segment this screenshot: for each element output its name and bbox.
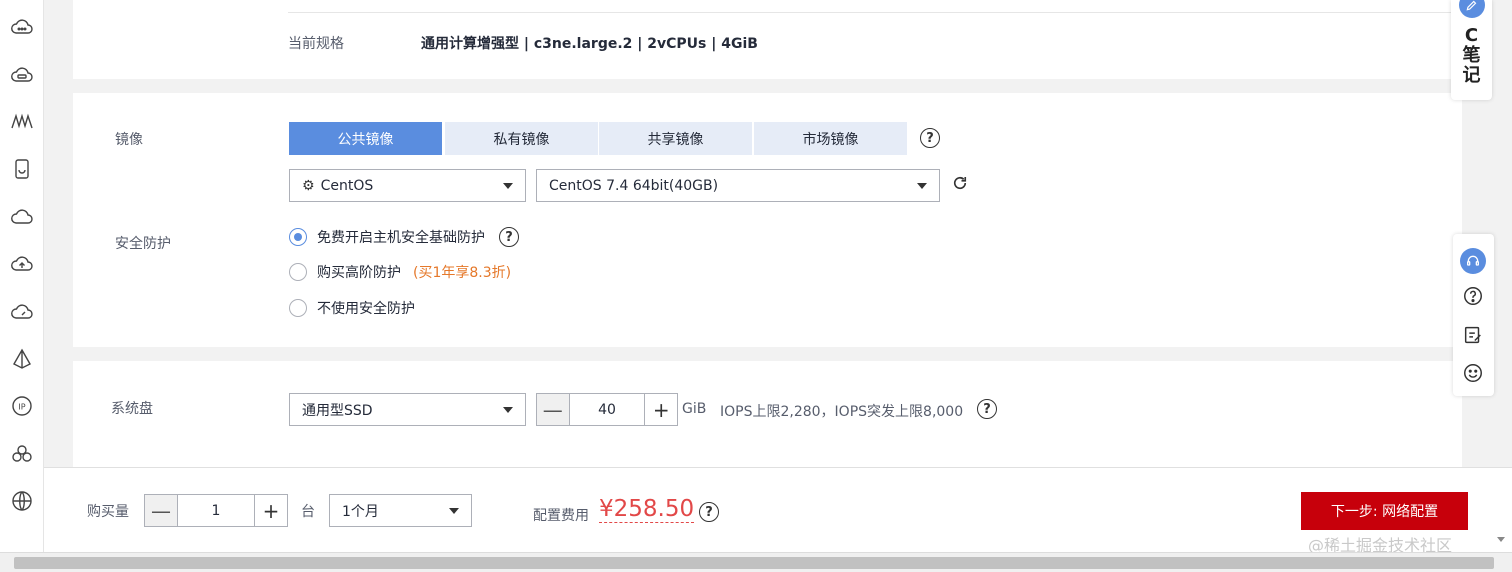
- tab-public-image[interactable]: 公共镜像: [289, 122, 442, 155]
- radio-button[interactable]: [289, 228, 307, 246]
- security-option-basic[interactable]: 免费开启主机安全基础防护 ?: [289, 227, 519, 247]
- cloud-upload-icon[interactable]: [10, 252, 34, 276]
- horizontal-scrollbar[interactable]: [0, 552, 1512, 572]
- version-select-value: CentOS 7.4 64bit(40GB): [549, 177, 719, 194]
- cost-label: 配置费用: [533, 508, 589, 524]
- cloud-icon[interactable]: [10, 205, 34, 229]
- headset-icon[interactable]: [1460, 248, 1486, 274]
- version-select[interactable]: CentOS 7.4 64bit(40GB): [536, 169, 940, 202]
- scroll-down-icon[interactable]: [1497, 537, 1505, 542]
- increment-button[interactable]: +: [645, 394, 678, 425]
- os-select[interactable]: ⚙ CentOS: [289, 169, 526, 202]
- image-label: 镜像: [115, 132, 143, 148]
- radio-button[interactable]: [289, 263, 307, 281]
- left-icon-rail: IP: [0, 0, 44, 572]
- iops-text: IOPS上限2,280，IOPS突发上限8,000: [720, 404, 964, 420]
- tab-shared-image[interactable]: 共享镜像: [599, 122, 752, 155]
- notes-panel[interactable]: C 笔 记: [1451, 0, 1492, 100]
- quantity-stepper: — 1 +: [144, 494, 288, 527]
- security-option-label: 购买高阶防护: [317, 265, 401, 281]
- security-help-icon[interactable]: ?: [499, 227, 519, 247]
- promo-text: (买1年享8.3折): [413, 265, 512, 281]
- duration-value: 1个月: [342, 503, 379, 520]
- disk-type-value: 通用型SSD: [302, 402, 373, 419]
- cluster-icon[interactable]: [10, 442, 34, 466]
- refresh-icon[interactable]: [951, 174, 969, 192]
- spec-label: 当前规格: [288, 36, 344, 52]
- disk-label: 系统盘: [111, 401, 153, 417]
- image-security-card: 镜像 公共镜像 私有镜像 共享镜像 市场镜像 ? ⚙ CentOS CentOS…: [73, 93, 1462, 347]
- decrement-button[interactable]: —: [145, 495, 177, 526]
- storage-device-icon[interactable]: [10, 157, 34, 181]
- purchase-bar: 购买量 — 1 + 台 1个月 配置费用 ¥258.50 ? 下一步: 网络配置: [44, 467, 1512, 552]
- radio-button[interactable]: [289, 299, 307, 317]
- chevron-down-icon: [449, 508, 459, 514]
- quantity-label: 购买量: [87, 504, 129, 520]
- chevron-down-icon: [503, 183, 513, 189]
- globe-icon[interactable]: [10, 489, 34, 513]
- notes-label: C 笔 记: [1462, 25, 1481, 86]
- duration-select[interactable]: 1个月: [329, 494, 472, 527]
- tools-panel: [1453, 234, 1494, 396]
- next-network-config-button[interactable]: 下一步: 网络配置: [1301, 492, 1468, 530]
- cloud-server-icon[interactable]: [10, 63, 34, 87]
- decrement-button[interactable]: —: [537, 394, 569, 425]
- price-value[interactable]: ¥258.50: [599, 496, 695, 523]
- security-label: 安全防护: [115, 236, 171, 252]
- chevron-down-icon: [503, 407, 513, 413]
- tab-market-image[interactable]: 市场镜像: [754, 122, 907, 155]
- disk-size-input[interactable]: 40: [568, 394, 646, 425]
- system-disk-card: 系统盘 通用型SSD — 40 + GiB IOPS上限2,280，IOPS突发…: [73, 361, 1462, 481]
- help-icon[interactable]: [1462, 285, 1484, 307]
- quantity-unit: 台: [301, 504, 315, 520]
- security-option-label: 免费开启主机安全基础防护: [317, 230, 485, 246]
- spec-card: 当前规格 通用计算增强型 | c3ne.large.2 | 2vCPUs | 4…: [73, 0, 1462, 79]
- security-option-advanced[interactable]: 购买高阶防护 (买1年享8.3折): [289, 262, 511, 282]
- smile-feedback-icon[interactable]: [1462, 362, 1484, 384]
- disk-type-select[interactable]: 通用型SSD: [289, 393, 526, 426]
- ip-icon[interactable]: IP: [10, 394, 34, 418]
- edit-note-icon: [1459, 0, 1485, 18]
- monitor-wave-icon[interactable]: [10, 110, 34, 134]
- security-option-none[interactable]: 不使用安全防护: [289, 298, 415, 318]
- image-help-icon[interactable]: ?: [920, 128, 940, 148]
- divider: [288, 12, 1462, 13]
- cloud-chat-icon[interactable]: [10, 15, 34, 39]
- price-help-icon[interactable]: ?: [699, 502, 719, 522]
- os-select-value: CentOS: [320, 177, 374, 194]
- pyramid-icon[interactable]: [10, 347, 34, 371]
- scrollbar-thumb[interactable]: [14, 557, 1494, 569]
- cloud-speed-icon[interactable]: [10, 300, 34, 324]
- disk-help-icon[interactable]: ?: [977, 399, 997, 419]
- disk-size-stepper: — 40 +: [536, 393, 678, 426]
- tab-private-image[interactable]: 私有镜像: [445, 122, 598, 155]
- quantity-input[interactable]: 1: [177, 495, 255, 526]
- chevron-down-icon: [917, 183, 927, 189]
- svg-text:IP: IP: [18, 403, 25, 412]
- security-option-label: 不使用安全防护: [317, 301, 415, 317]
- spec-value: 通用计算增强型 | c3ne.large.2 | 2vCPUs | 4GiB: [421, 36, 758, 52]
- increment-button[interactable]: +: [255, 495, 287, 526]
- feedback-edit-icon[interactable]: [1462, 324, 1484, 346]
- gear-icon: ⚙: [302, 177, 315, 194]
- disk-unit: GiB: [682, 401, 707, 417]
